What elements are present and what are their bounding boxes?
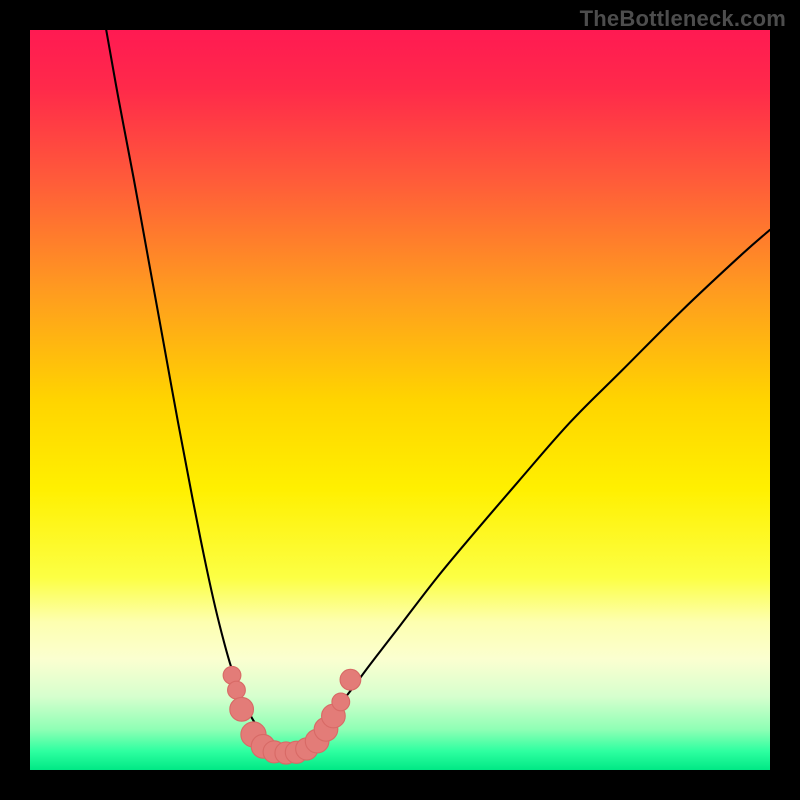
- curves-layer: [30, 30, 770, 770]
- curve-marker: [340, 669, 361, 690]
- chart-frame: TheBottleneck.com: [0, 0, 800, 800]
- plot-area: [30, 30, 770, 770]
- curve-markers: [223, 666, 361, 764]
- watermark-text: TheBottleneck.com: [580, 6, 786, 32]
- left-curve: [106, 30, 289, 753]
- right-curve: [289, 230, 770, 753]
- curve-marker: [230, 697, 254, 721]
- curve-marker: [228, 681, 246, 699]
- curve-marker: [332, 693, 350, 711]
